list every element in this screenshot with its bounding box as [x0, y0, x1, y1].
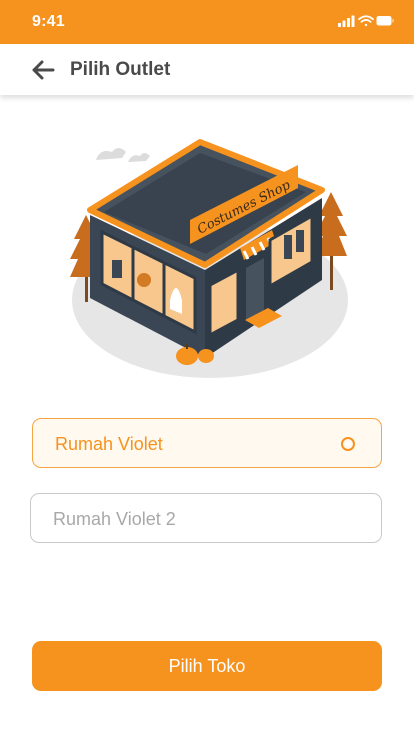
outlet-option-label: Rumah Violet [55, 434, 163, 454]
outlet-option-rumah-violet-2[interactable]: Rumah Violet 2 [30, 493, 382, 543]
costume-shop-illustration: Costumes Shop [70, 128, 348, 378]
shop-door [246, 258, 264, 320]
status-bar: 9:41 [0, 0, 414, 44]
back-button[interactable] [28, 56, 58, 84]
outlet-option-rumah-violet[interactable]: Rumah Violet [32, 418, 382, 468]
pilih-toko-button[interactable]: Pilih Toko [32, 641, 382, 691]
signal-icon [338, 15, 355, 27]
moon-icon [306, 128, 322, 148]
page-title: Pilih Outlet [70, 59, 171, 80]
wifi-icon [358, 15, 374, 27]
cloud-icon [96, 148, 150, 162]
app-bar: Pilih Outlet [0, 44, 414, 95]
battery-icon [376, 16, 394, 26]
status-time: 9:41 [32, 13, 65, 30]
radio-selected-icon [341, 437, 355, 451]
arrow-left-icon [32, 60, 55, 80]
outlet-option-label: Rumah Violet 2 [53, 509, 176, 529]
status-icons [338, 14, 394, 30]
